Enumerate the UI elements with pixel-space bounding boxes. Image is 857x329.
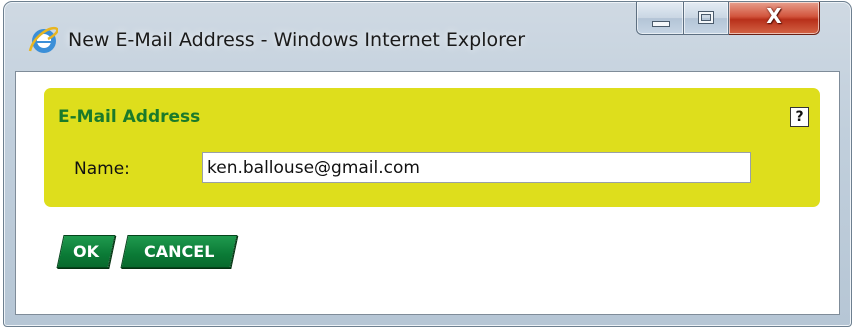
- ok-button-label: OK: [73, 242, 99, 261]
- name-label: Name:: [74, 159, 130, 179]
- close-button[interactable]: X: [729, 2, 820, 35]
- dialog-actions: OK CANCEL: [56, 235, 238, 268]
- ok-button[interactable]: OK: [56, 235, 116, 268]
- window-title: New E-Mail Address - Windows Internet Ex…: [68, 29, 526, 51]
- cancel-button-label: CANCEL: [143, 242, 215, 261]
- help-button[interactable]: ?: [790, 107, 809, 127]
- minimize-button[interactable]: [636, 2, 684, 35]
- internet-explorer-icon: [28, 26, 58, 53]
- panel-title: E-Mail Address: [58, 107, 201, 127]
- name-input[interactable]: [202, 152, 751, 183]
- email-address-panel: E-Mail Address ? Name:: [44, 88, 820, 207]
- maximize-icon: [698, 11, 714, 24]
- caption-buttons: X: [636, 2, 820, 38]
- maximize-button[interactable]: [684, 2, 729, 35]
- title-bar[interactable]: New E-Mail Address - Windows Internet Ex…: [4, 2, 851, 72]
- browser-window: New E-Mail Address - Windows Internet Ex…: [3, 1, 852, 327]
- minimize-icon: [652, 21, 670, 27]
- close-icon: X: [766, 4, 782, 28]
- dialog-content: E-Mail Address ? Name: OK CANCEL: [15, 71, 840, 315]
- cancel-button[interactable]: CANCEL: [120, 235, 238, 268]
